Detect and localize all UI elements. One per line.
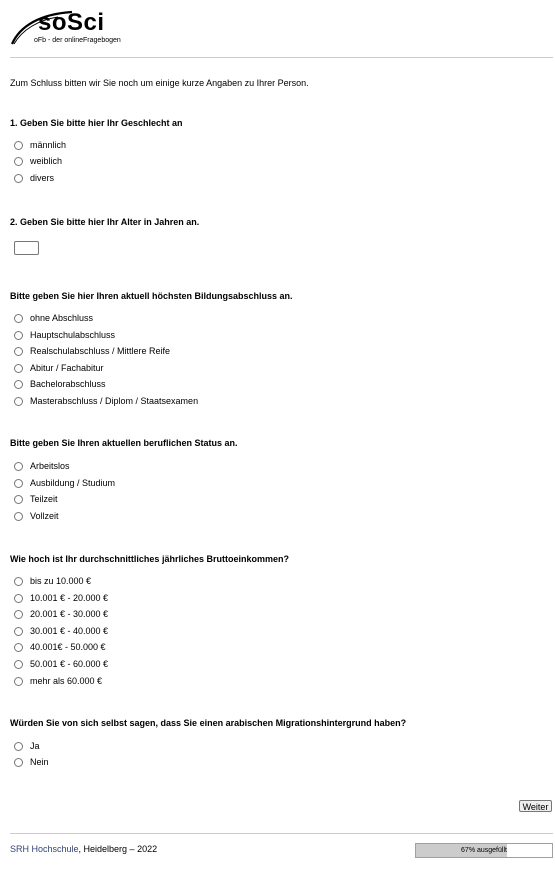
radio-button[interactable] — [14, 173, 23, 183]
option-label: Ausbildung / Studium — [30, 478, 116, 488]
option-label: bis zu 10.000 € — [30, 576, 92, 586]
option-label: weiblich — [30, 156, 63, 166]
option-education[interactable]: Realschulabschluss / Mittlere Reife — [14, 345, 170, 357]
option-label: Teilzeit — [30, 494, 58, 504]
radio-button[interactable] — [14, 461, 23, 471]
radio-button[interactable] — [14, 379, 23, 389]
question-migration-title: Würden Sie von sich selbst sagen, dass S… — [10, 718, 407, 728]
option-migration[interactable]: Ja — [14, 740, 40, 752]
sosci-logo: soSci oFb - der onlineFragebogen — [10, 8, 121, 48]
logo-tagline: oFb - der onlineFragebogen — [34, 37, 121, 44]
option-status[interactable]: Teilzeit — [14, 493, 58, 505]
progress-label: 67% ausgefüllt — [461, 847, 507, 854]
option-gender[interactable]: männlich — [14, 139, 66, 151]
option-gender[interactable]: divers — [14, 172, 54, 184]
radio-button[interactable] — [14, 396, 23, 406]
radio-button[interactable] — [14, 642, 23, 652]
option-status[interactable]: Vollzeit — [14, 510, 59, 522]
option-migration[interactable]: Nein — [14, 756, 49, 768]
option-education[interactable]: Masterabschluss / Diplom / Staatsexamen — [14, 395, 198, 407]
radio-button[interactable] — [14, 363, 23, 373]
question-gender-title: 1. Geben Sie bitte hier Ihr Geschlecht a… — [10, 118, 183, 128]
age-input[interactable] — [14, 241, 39, 255]
radio-button[interactable] — [14, 494, 23, 504]
option-education[interactable]: ohne Abschluss — [14, 312, 93, 324]
radio-button[interactable] — [14, 330, 23, 340]
radio-button[interactable] — [14, 511, 23, 521]
radio-button[interactable] — [14, 757, 23, 767]
radio-button[interactable] — [14, 478, 23, 488]
radio-button[interactable] — [14, 609, 23, 619]
option-label: Realschulabschluss / Mittlere Reife — [30, 346, 171, 356]
option-status[interactable]: Ausbildung / Studium — [14, 477, 115, 489]
radio-button[interactable] — [14, 313, 23, 323]
radio-button[interactable] — [14, 346, 23, 356]
option-label: Vollzeit — [30, 511, 59, 521]
option-gender[interactable]: weiblich — [14, 155, 62, 167]
option-label: Masterabschluss / Diplom / Staatsexamen — [30, 396, 199, 406]
question-status-title: Bitte geben Sie Ihren aktuellen beruflic… — [10, 438, 238, 448]
footer-divider — [10, 833, 553, 834]
radio-button[interactable] — [14, 626, 23, 636]
option-label: Nein — [30, 757, 49, 767]
footer-text: , Heidelberg – 2022 — [78, 844, 158, 854]
option-label: Bachelorabschluss — [30, 379, 106, 389]
option-income[interactable]: 20.001 € - 30.000 € — [14, 608, 108, 620]
option-status[interactable]: Arbeitslos — [14, 460, 70, 472]
radio-button[interactable] — [14, 741, 23, 751]
option-label: 50.001 € - 60.000 € — [30, 659, 109, 669]
header-divider — [10, 57, 553, 58]
radio-button[interactable] — [14, 659, 23, 669]
intro-text: Zum Schluss bitten wir Sie noch um einig… — [10, 78, 309, 88]
option-income[interactable]: bis zu 10.000 € — [14, 575, 91, 587]
option-label: 40.001€ - 50.000 € — [30, 642, 106, 652]
option-label: Ja — [30, 741, 40, 751]
option-income[interactable]: 10.001 € - 20.000 € — [14, 592, 108, 604]
option-income[interactable]: 30.001 € - 40.000 € — [14, 625, 108, 637]
option-label: mehr als 60.000 € — [30, 676, 103, 686]
option-label: divers — [30, 173, 55, 183]
option-label: Arbeitslos — [30, 461, 70, 471]
logo-wordmark: soSci — [38, 9, 105, 36]
question-education-title: Bitte geben Sie hier Ihren aktuell höchs… — [10, 291, 293, 301]
option-income[interactable]: mehr als 60.000 € — [14, 675, 102, 687]
option-label: ohne Abschluss — [30, 313, 94, 323]
option-education[interactable]: Bachelorabschluss — [14, 378, 106, 390]
radio-button[interactable] — [14, 676, 23, 686]
next-button[interactable]: Weiter — [519, 800, 552, 812]
option-education[interactable]: Hauptschulabschluss — [14, 329, 115, 341]
progress-bar: 67% ausgefüllt — [415, 843, 553, 858]
option-label: 10.001 € - 20.000 € — [30, 593, 109, 603]
radio-button[interactable] — [14, 593, 23, 603]
option-income[interactable]: 50.001 € - 60.000 € — [14, 658, 108, 670]
option-label: Abitur / Fachabitur — [30, 363, 104, 373]
radio-button[interactable] — [14, 156, 23, 166]
radio-button[interactable] — [14, 140, 23, 150]
question-income-title: Wie hoch ist Ihr durchschnittliches jähr… — [10, 554, 289, 564]
footer: SRH Hochschule, Heidelberg – 2022 — [10, 844, 157, 854]
footer-link[interactable]: SRH Hochschule — [10, 844, 79, 854]
radio-button[interactable] — [14, 576, 23, 586]
option-label: männlich — [30, 140, 67, 150]
option-education[interactable]: Abitur / Fachabitur — [14, 362, 104, 374]
option-income[interactable]: 40.001€ - 50.000 € — [14, 641, 106, 653]
question-age-title: 2. Geben Sie bitte hier Ihr Alter in Jah… — [10, 217, 200, 227]
option-label: 30.001 € - 40.000 € — [30, 626, 109, 636]
option-label: Hauptschulabschluss — [30, 330, 116, 340]
option-label: 20.001 € - 30.000 € — [30, 609, 109, 619]
